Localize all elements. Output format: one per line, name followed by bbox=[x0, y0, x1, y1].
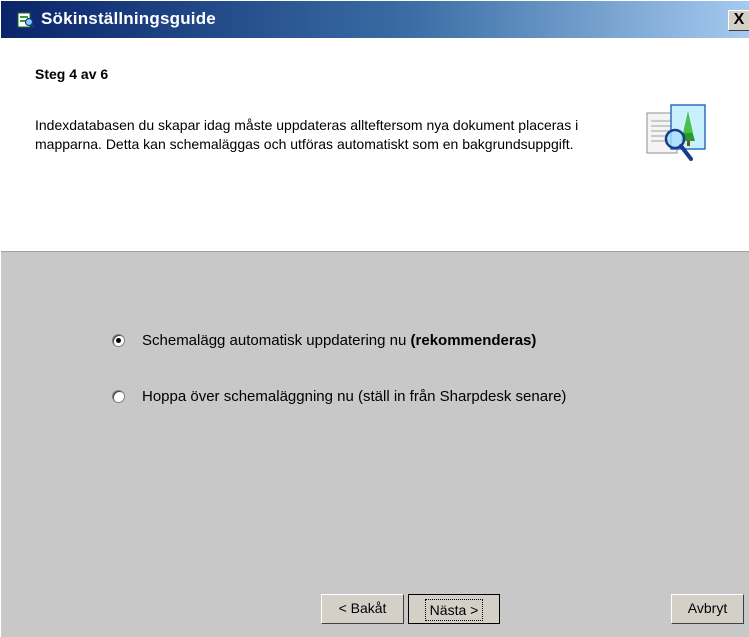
option-schedule-now[interactable]: Schemalägg automatisk uppdatering nu (re… bbox=[112, 332, 536, 349]
option-skip-scheduling[interactable]: Hoppa över schemaläggning nu (ställ in f… bbox=[112, 388, 566, 405]
close-icon: X bbox=[733, 11, 745, 28]
search-settings-wizard-icon bbox=[17, 12, 35, 29]
cancel-button[interactable]: Avbryt bbox=[671, 594, 744, 624]
wizard-dialog: Sökinställningsguide X Steg 4 av 6 Index… bbox=[0, 0, 749, 637]
next-button-label: Nästa > bbox=[424, 599, 484, 621]
option-label[interactable]: Schemalägg automatisk uppdatering nu (re… bbox=[142, 332, 536, 349]
radio-button-selected[interactable] bbox=[112, 334, 125, 347]
radio-button[interactable] bbox=[112, 390, 125, 403]
option-label[interactable]: Hoppa över schemaläggning nu (ställ in f… bbox=[142, 388, 566, 405]
step-description: Indexdatabasen du skapar idag måste uppd… bbox=[35, 117, 579, 152]
wizard-header: Steg 4 av 6 Indexdatabasen du skapar ida… bbox=[1, 38, 749, 252]
window-title: Sökinställningsguide bbox=[41, 9, 216, 28]
step-indicator: Steg 4 av 6 bbox=[35, 66, 109, 82]
next-button[interactable]: Nästa > bbox=[408, 594, 500, 624]
radio-dot bbox=[116, 338, 121, 343]
close-button[interactable]: X bbox=[728, 10, 749, 31]
document-search-icon bbox=[646, 104, 706, 161]
options-area: Schemalägg automatisk uppdatering nu (re… bbox=[1, 252, 749, 637]
back-button[interactable]: < Bakåt bbox=[321, 594, 404, 624]
title-bar[interactable]: Sökinställningsguide X bbox=[1, 1, 749, 38]
